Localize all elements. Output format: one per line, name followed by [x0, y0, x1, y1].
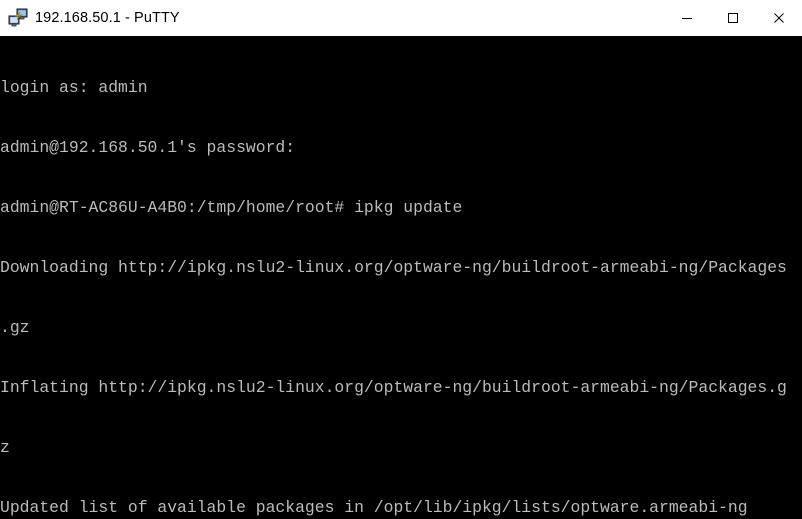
title-bar[interactable]: 192.168.50.1 - PuTTY	[0, 0, 802, 36]
terminal-line: login as: admin	[0, 78, 148, 97]
terminal-line: admin@192.168.50.1's password:	[0, 138, 296, 157]
window-controls	[664, 0, 802, 36]
terminal-line: Downloading http://ipkg.nslu2-linux.org/…	[0, 258, 787, 277]
maximize-button[interactable]	[710, 0, 756, 36]
terminal-line: Inflating http://ipkg.nslu2-linux.org/op…	[0, 378, 787, 397]
terminal-line: Updated list of available packages in /o…	[0, 498, 748, 517]
terminal-screen[interactable]: login as: admin admin@192.168.50.1's pas…	[0, 36, 802, 519]
terminal-line: .gz	[0, 318, 30, 337]
terminal-line: admin@RT-AC86U-A4B0:/tmp/home/root# ipkg…	[0, 198, 463, 217]
minimize-button[interactable]	[664, 0, 710, 36]
minimize-icon	[682, 18, 692, 19]
putty-terminal-icon	[8, 8, 28, 28]
close-button[interactable]	[756, 0, 802, 36]
maximize-icon	[728, 13, 738, 23]
window-title: 192.168.50.1 - PuTTY	[35, 10, 180, 26]
close-icon	[774, 13, 784, 23]
putty-window: 192.168.50.1 - PuTTY login as: admin adm…	[0, 0, 802, 519]
terminal-area[interactable]: login as: admin admin@192.168.50.1's pas…	[0, 36, 802, 519]
terminal-line: z	[0, 438, 10, 457]
